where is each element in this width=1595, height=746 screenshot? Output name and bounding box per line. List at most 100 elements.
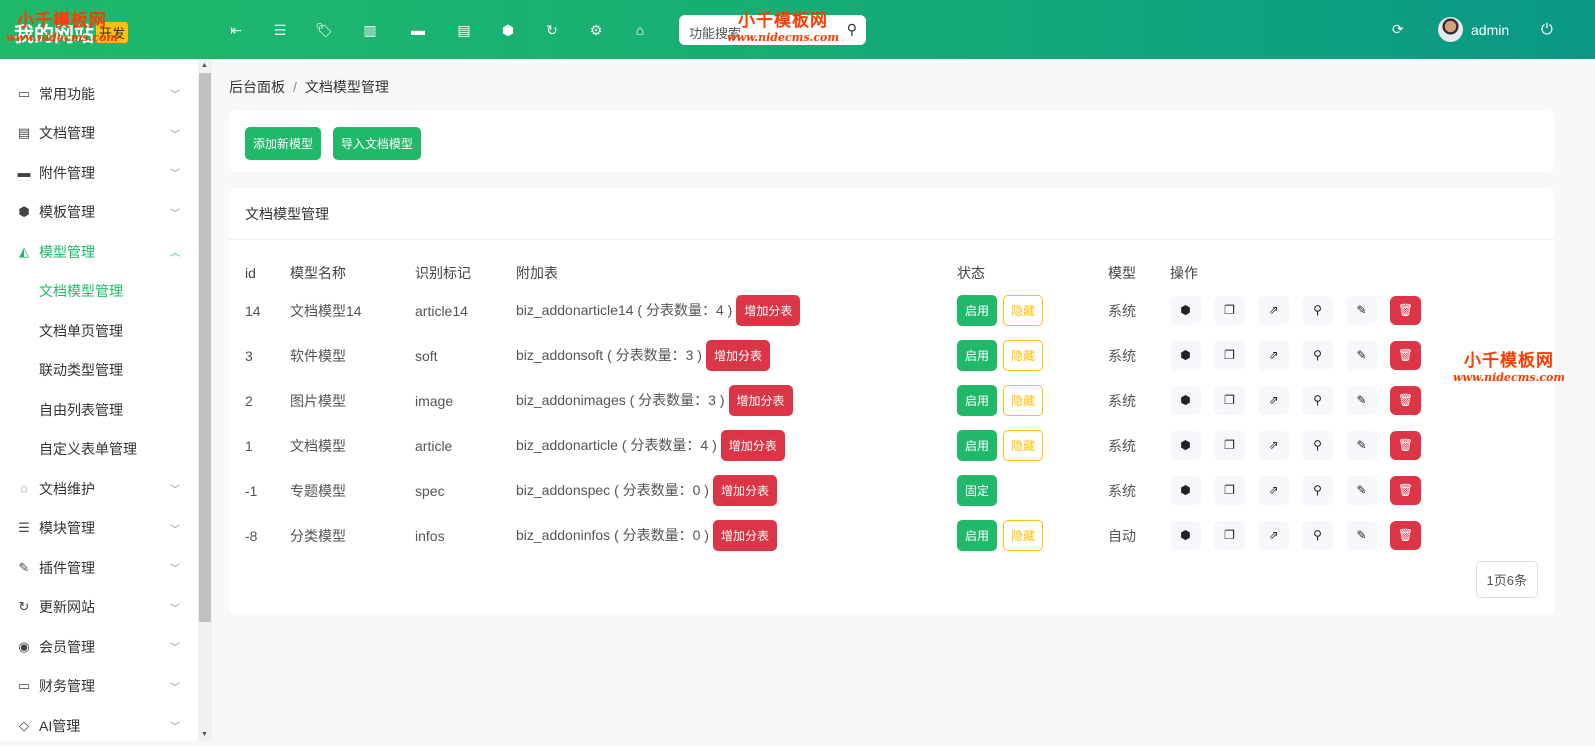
model-fields-cube-icon[interactable]: ⬢ bbox=[1170, 521, 1201, 550]
hide-button[interactable]: 隐藏 bbox=[1003, 520, 1044, 551]
delete-trash-icon[interactable]: 🗑 bbox=[1390, 521, 1421, 550]
sidebar-item[interactable]: ✎ 插件管理 ﹀ bbox=[0, 548, 198, 588]
column-header: 识别标记 bbox=[415, 265, 471, 281]
edit-icon[interactable]: ✎ bbox=[1346, 476, 1377, 505]
add-model-button[interactable]: 添加新模型 bbox=[245, 127, 322, 160]
status-button[interactable]: 启用 bbox=[957, 385, 998, 416]
edit-icon[interactable]: ✎ bbox=[1346, 386, 1377, 415]
function-search-input[interactable]: 功能搜索 ⚲ bbox=[679, 15, 866, 45]
copy-icon[interactable]: ❐ bbox=[1214, 341, 1245, 370]
bar-chart-icon[interactable]: ▥ bbox=[360, 20, 380, 40]
status-button[interactable]: 启用 bbox=[957, 340, 998, 371]
scroll-up-arrow-icon[interactable]: ▲ bbox=[201, 62, 208, 69]
delete-trash-icon[interactable]: 🗑 bbox=[1390, 296, 1421, 325]
export-share-icon[interactable]: ⇗ bbox=[1258, 341, 1289, 370]
copy-icon[interactable]: ❐ bbox=[1214, 476, 1245, 505]
hide-button[interactable]: 隐藏 bbox=[1003, 340, 1044, 371]
add-subtable-button[interactable]: 增加分表 bbox=[728, 385, 793, 416]
cell-table: biz_addonarticle14 ( 分表数量：4 ) 增加分表 bbox=[516, 288, 957, 333]
import-model-button[interactable]: 导入文档模型 bbox=[332, 127, 421, 160]
edit-icon[interactable]: ✎ bbox=[1346, 521, 1377, 550]
breadcrumb-home[interactable]: 后台面板 bbox=[229, 79, 285, 95]
sidebar-item[interactable]: ◌ 文档维护 ﹀ bbox=[0, 469, 198, 509]
list-icon[interactable]: ☰ bbox=[270, 20, 290, 40]
hide-button[interactable]: 隐藏 bbox=[1003, 430, 1044, 461]
status-button[interactable]: 启用 bbox=[957, 520, 998, 551]
sidebar-subitem[interactable]: 文档单页管理 bbox=[0, 311, 198, 351]
search-icon[interactable]: ⚲ bbox=[847, 21, 857, 38]
home-icon[interactable]: ⌂ bbox=[630, 20, 650, 40]
export-share-icon[interactable]: ⇗ bbox=[1258, 386, 1289, 415]
model-fields-cube-icon[interactable]: ⬢ bbox=[1170, 386, 1201, 415]
sidebar-item[interactable]: ▭ 财务管理 ﹀ bbox=[0, 667, 198, 707]
delete-trash-icon[interactable]: 🗑 bbox=[1390, 341, 1421, 370]
sidebar-item-label: 财务管理 bbox=[39, 678, 95, 695]
search-preview-icon[interactable]: ⚲ bbox=[1302, 476, 1333, 505]
delete-trash-icon[interactable]: 🗑 bbox=[1390, 476, 1421, 505]
gear-icon[interactable]: ⚙ bbox=[586, 20, 606, 40]
add-subtable-button[interactable]: 增加分表 bbox=[712, 520, 777, 551]
sidebar-item[interactable]: ◇ AI管理 ﹀ bbox=[0, 706, 198, 746]
edit-icon[interactable]: ✎ bbox=[1346, 431, 1377, 460]
add-subtable-button[interactable]: 增加分表 bbox=[736, 295, 801, 326]
newspaper-icon[interactable]: ▤ bbox=[454, 20, 474, 40]
add-subtable-button[interactable]: 增加分表 bbox=[705, 340, 770, 371]
export-share-icon[interactable]: ⇗ bbox=[1258, 521, 1289, 550]
sidebar-scrollbar[interactable]: ▲ ▼ bbox=[198, 59, 212, 741]
copy-icon[interactable]: ❐ bbox=[1214, 521, 1245, 550]
edit-icon[interactable]: ✎ bbox=[1346, 296, 1377, 325]
sidebar-item[interactable]: ◉ 会员管理 ﹀ bbox=[0, 627, 198, 667]
user-menu[interactable]: admin bbox=[1438, 0, 1509, 59]
status-button[interactable]: 启用 bbox=[957, 430, 998, 461]
sidebar-item[interactable]: ▭ 常用功能 ﹀ bbox=[0, 74, 198, 114]
search-preview-icon[interactable]: ⚲ bbox=[1302, 521, 1333, 550]
model-fields-cube-icon[interactable]: ⬢ bbox=[1170, 476, 1201, 505]
status-button[interactable]: 启用 bbox=[957, 295, 998, 326]
search-preview-icon[interactable]: ⚲ bbox=[1302, 341, 1333, 370]
add-subtable-button[interactable]: 增加分表 bbox=[712, 475, 777, 506]
add-subtable-button[interactable]: 增加分表 bbox=[720, 430, 785, 461]
copy-icon[interactable]: ❐ bbox=[1214, 386, 1245, 415]
refresh-cache-icon[interactable]: ⟳ bbox=[1392, 0, 1404, 59]
search-preview-icon[interactable]: ⚲ bbox=[1302, 386, 1333, 415]
sidebar-item[interactable]: ▤ 文档管理 ﹀ bbox=[0, 114, 198, 154]
export-share-icon[interactable]: ⇗ bbox=[1258, 296, 1289, 325]
search-preview-icon[interactable]: ⚲ bbox=[1302, 296, 1333, 325]
model-fields-cube-icon[interactable]: ⬢ bbox=[1170, 431, 1201, 460]
logout-power-icon[interactable]: ⏻ bbox=[1541, 0, 1553, 59]
tags-icon[interactable]: 🏷 bbox=[314, 20, 334, 40]
folder-icon[interactable]: ▬ bbox=[408, 20, 428, 40]
edit-icon[interactable]: ✎ bbox=[1346, 341, 1377, 370]
cube-icon[interactable]: ⬢ bbox=[498, 20, 518, 40]
hide-button[interactable]: 隐藏 bbox=[1003, 385, 1044, 416]
copy-icon[interactable]: ❐ bbox=[1214, 296, 1245, 325]
delete-trash-icon[interactable]: 🗑 bbox=[1390, 431, 1421, 460]
copy-icon[interactable]: ❐ bbox=[1214, 431, 1245, 460]
search-preview-icon[interactable]: ⚲ bbox=[1302, 431, 1333, 460]
hide-button[interactable]: 隐藏 bbox=[1003, 295, 1044, 326]
sidebar-subitem[interactable]: 自由列表管理 bbox=[0, 390, 198, 430]
sidebar-item[interactable]: ◭ 模型管理 ︿ bbox=[0, 232, 198, 272]
site-logo[interactable]: 我的网站 bbox=[14, 18, 94, 47]
sidebar-subitem[interactable]: 自定义表单管理 bbox=[0, 430, 198, 470]
model-fields-cube-icon[interactable]: ⬢ bbox=[1170, 341, 1201, 370]
delete-trash-icon[interactable]: 🗑 bbox=[1390, 386, 1421, 415]
sidebar-subitem[interactable]: 联动类型管理 bbox=[0, 351, 198, 391]
sidebar-item[interactable]: ☰ 模块管理 ﹀ bbox=[0, 509, 198, 549]
indent-icon[interactable]: ⇤ bbox=[226, 20, 246, 40]
export-share-icon[interactable]: ⇗ bbox=[1258, 476, 1289, 505]
model-fields-cube-icon[interactable]: ⬢ bbox=[1170, 296, 1201, 325]
addon-table-name: biz_addoninfos ( 分表数量：0 ) bbox=[516, 527, 709, 543]
scroll-down-arrow-icon[interactable]: ▼ bbox=[201, 731, 208, 738]
status-button[interactable]: 固定 bbox=[957, 475, 998, 506]
refresh-icon[interactable]: ↻ bbox=[542, 20, 562, 40]
chevron-down-icon: ﹀ bbox=[170, 564, 180, 576]
sidebar-item[interactable]: ↻ 更新网站 ﹀ bbox=[0, 588, 198, 628]
sidebar-subitem[interactable]: 文档模型管理 bbox=[0, 272, 198, 312]
scrollbar-thumb[interactable] bbox=[199, 73, 211, 622]
sidebar-item[interactable]: ▬ 附件管理 ﹀ bbox=[0, 153, 198, 193]
sidebar-item[interactable]: ⬢ 模板管理 ﹀ bbox=[0, 193, 198, 233]
sidebar-item-label: 模板管理 bbox=[39, 204, 95, 221]
model-table: id 模型名称 识别标记 附加表 状态 模型 操作 14 文档模型14 article14 biz… bbox=[245, 258, 1470, 558]
export-share-icon[interactable]: ⇗ bbox=[1258, 431, 1289, 460]
